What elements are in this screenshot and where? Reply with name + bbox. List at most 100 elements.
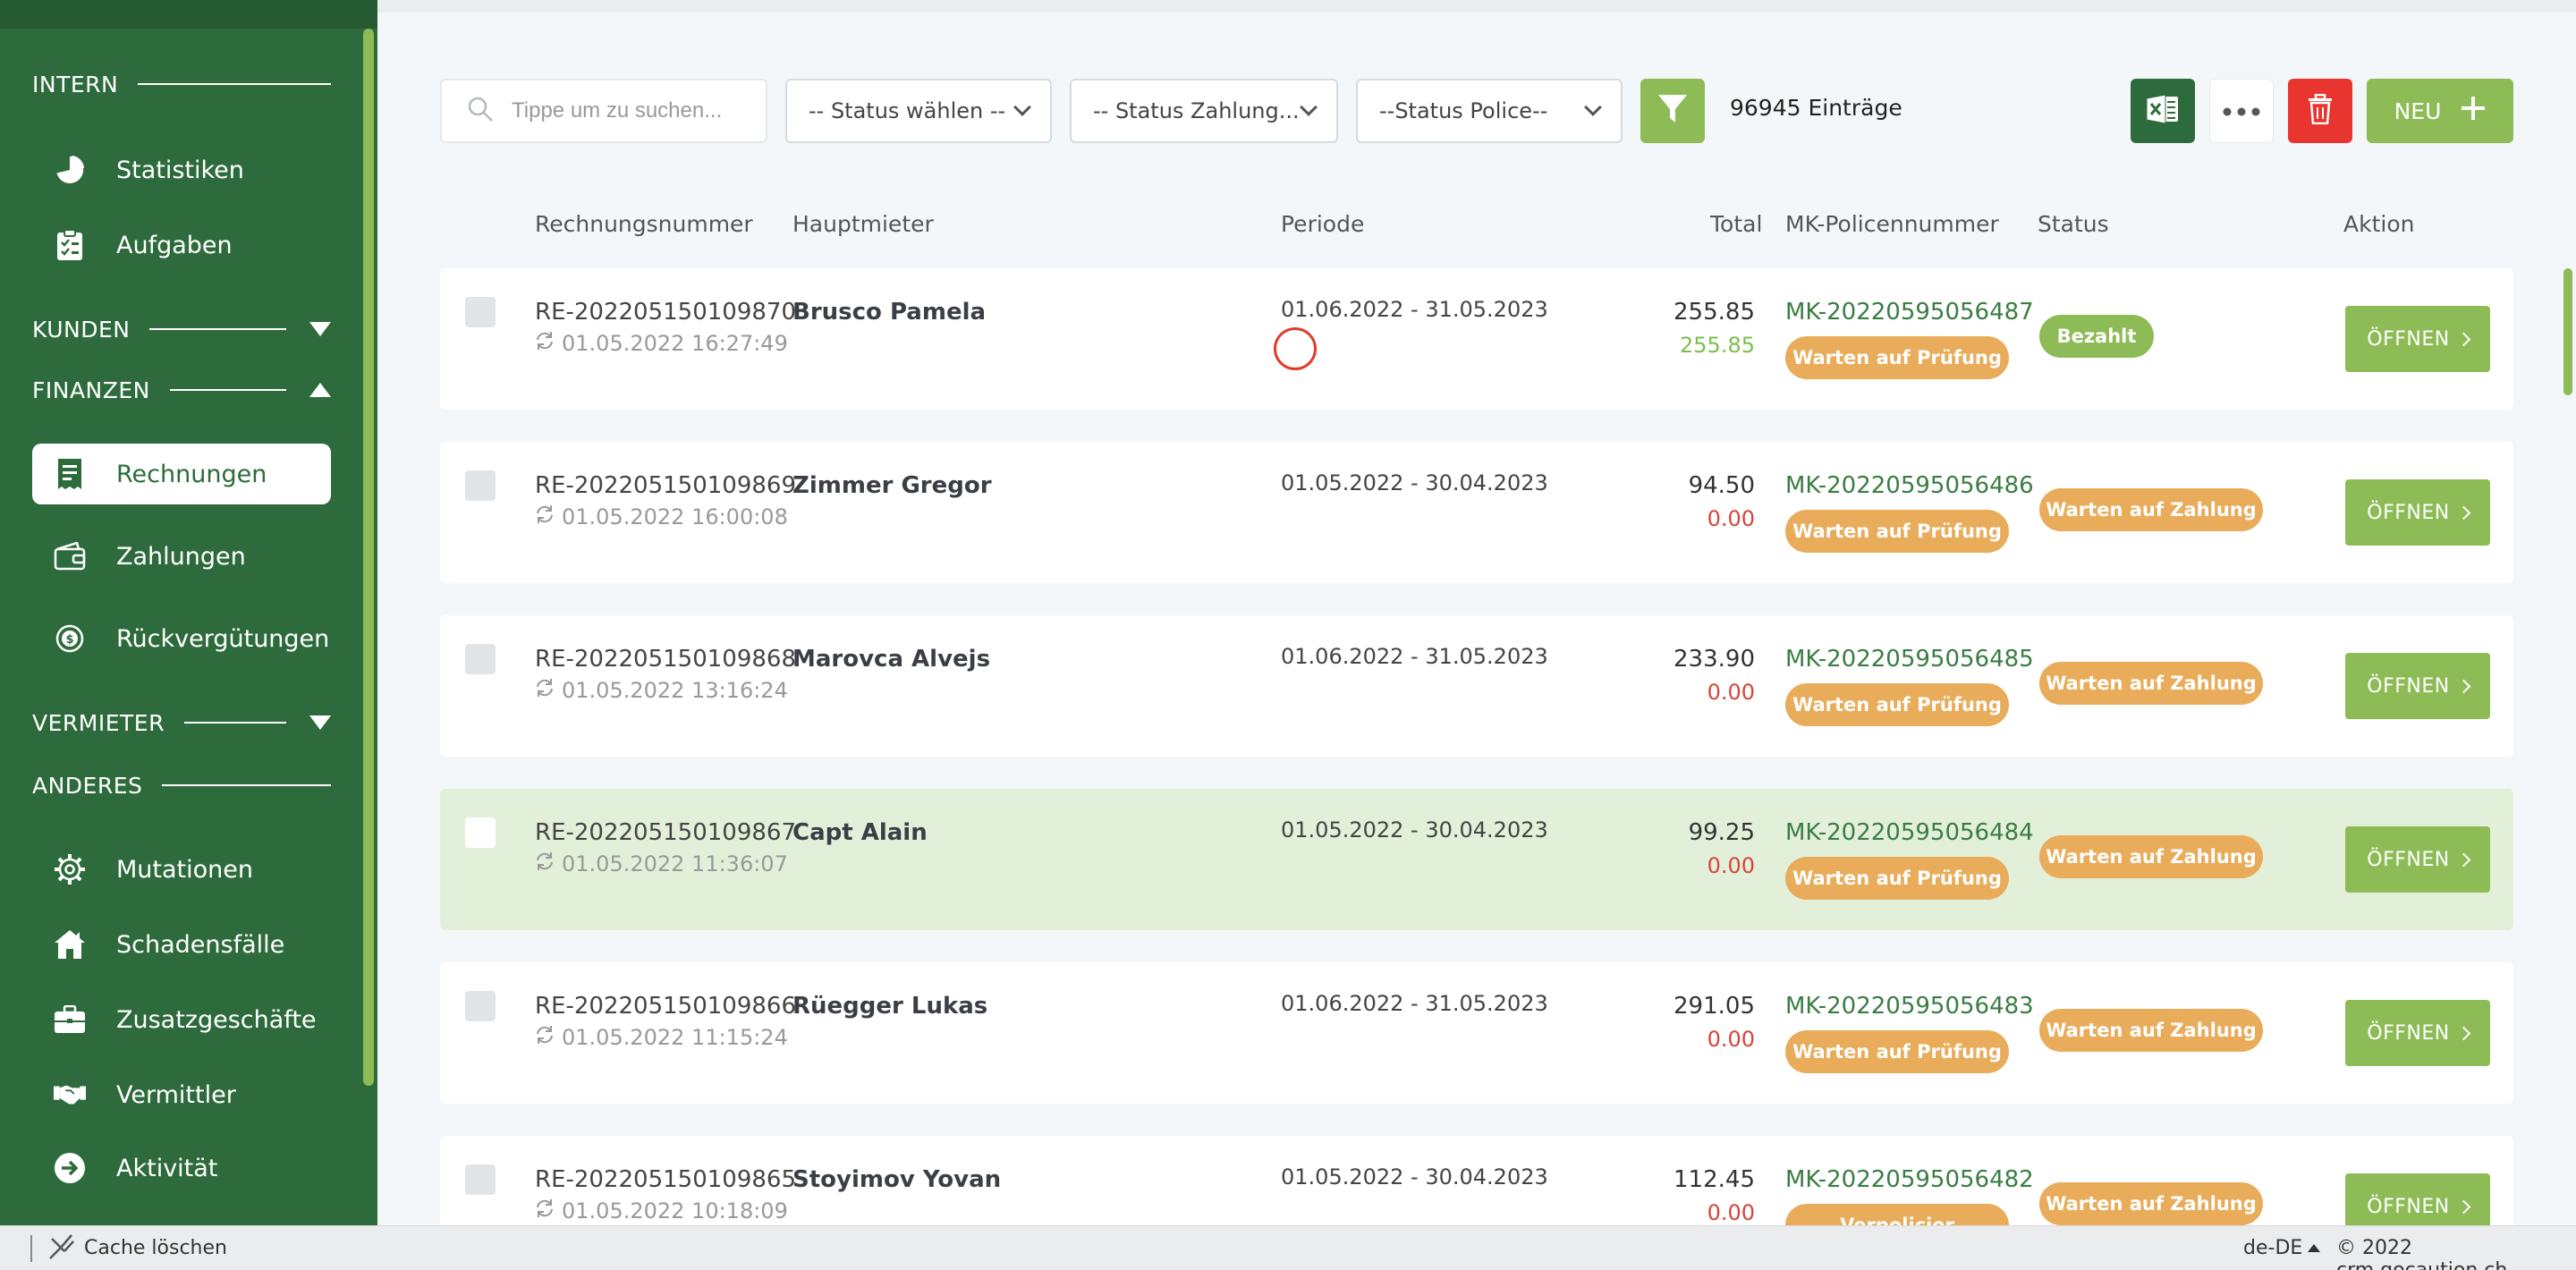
- search-box[interactable]: [440, 79, 767, 143]
- collapse-icon: [309, 383, 331, 397]
- policy-number[interactable]: MK-20220595056483: [1785, 993, 2034, 1020]
- paid-amount: 0.00: [1707, 506, 1755, 531]
- sidebar-item-zahlungen[interactable]: Zahlungen: [32, 526, 331, 587]
- sidebar-item-zusatzgeschaefte[interactable]: Zusatzgeschäfte: [32, 989, 331, 1050]
- sidebar-item-schadensfaelle[interactable]: Schadensfälle: [32, 914, 331, 975]
- row-checkbox[interactable]: [465, 1164, 496, 1195]
- search-input[interactable]: [512, 98, 753, 123]
- header-tenant[interactable]: Hauptmieter: [792, 211, 934, 237]
- wallet-icon: [54, 540, 86, 572]
- row-checkbox[interactable]: [465, 470, 496, 501]
- sidebar-item-rechnungen[interactable]: Rechnungen: [32, 444, 331, 504]
- sidebar-item-vermittler[interactable]: Vermittler: [32, 1064, 331, 1125]
- section-intern-label: INTERN: [32, 71, 119, 97]
- policy-status-select[interactable]: --Status Police--: [1356, 79, 1623, 143]
- policy-number[interactable]: MK-20220595056487: [1785, 299, 2034, 326]
- invoice-timestamp: 01.05.2022 11:36:07: [535, 851, 788, 876]
- policy-number[interactable]: MK-20220595056482: [1785, 1166, 2034, 1193]
- policy-check-badge: Warten auf Prüfung: [1785, 336, 2009, 379]
- sidebar-item-label: Statistiken: [116, 156, 244, 184]
- table-row[interactable]: RE-202205150109867 01.05.2022 11:36:07 C…: [440, 789, 2513, 930]
- tenant-name: Rüegger Lukas: [792, 993, 988, 1020]
- open-button-label: ÖFFNEN: [2367, 501, 2450, 524]
- more-icon: [2223, 103, 2260, 120]
- filter-button[interactable]: [1640, 79, 1705, 143]
- period: 01.06.2022 - 31.05.2023: [1281, 297, 1548, 322]
- new-button[interactable]: NEU: [2367, 79, 2513, 143]
- sidebar-item-statistiken[interactable]: Statistiken: [32, 140, 331, 200]
- total-amount: 112.45: [1674, 1166, 1755, 1193]
- section-vermieter-label: VERMIETER: [32, 709, 165, 736]
- open-button[interactable]: ÖFFNEN: [2345, 306, 2490, 372]
- row-checkbox[interactable]: [465, 297, 496, 327]
- expand-icon: [309, 322, 331, 336]
- chevron-right-icon: [2456, 505, 2470, 520]
- main-scrollbar[interactable]: [2563, 268, 2572, 395]
- table-row[interactable]: RE-202205150109866 01.05.2022 11:15:24 R…: [440, 962, 2513, 1104]
- invoice-timestamp: 01.05.2022 11:15:24: [535, 1025, 788, 1050]
- header-period[interactable]: Periode: [1281, 211, 1364, 237]
- tenant-name: Stoyimov Yovan: [792, 1166, 1002, 1193]
- caret-up-icon[interactable]: [2308, 1244, 2320, 1252]
- refresh-icon: [535, 1025, 555, 1050]
- money-refund-icon: $: [54, 622, 86, 655]
- timestamp-text: 01.05.2022 11:15:24: [562, 1025, 788, 1050]
- invoice-number: RE-202205150109866: [535, 993, 797, 1020]
- payment-status-select-value: -- Status Zahlung...: [1093, 98, 1300, 123]
- open-button[interactable]: ÖFFNEN: [2345, 826, 2490, 893]
- sidebar-item-rueckverguetungen[interactable]: $ Rückvergütungen: [32, 608, 331, 669]
- invoice-timestamp: 01.05.2022 13:16:24: [535, 678, 788, 703]
- clear-cache-link[interactable]: Cache löschen: [84, 1237, 227, 1259]
- main-top-strip: [377, 0, 2576, 13]
- header-policy[interactable]: MK-Policennummer: [1785, 211, 1999, 237]
- open-button-label: ÖFFNEN: [2367, 1021, 2450, 1045]
- divider: [183, 722, 286, 724]
- table-row[interactable]: RE-202205150109868 01.05.2022 13:16:24 M…: [440, 615, 2513, 757]
- period: 01.05.2022 - 30.04.2023: [1281, 1164, 1548, 1190]
- section-kunden[interactable]: KUNDEN: [32, 311, 331, 347]
- divider: [149, 328, 286, 330]
- payment-status-select[interactable]: -- Status Zahlung...: [1070, 79, 1338, 143]
- policy-number[interactable]: MK-20220595056484: [1785, 819, 2034, 846]
- row-checkbox[interactable]: [465, 644, 496, 674]
- invoice-timestamp: 01.05.2022 10:18:09: [535, 1198, 788, 1223]
- invoice-timestamp: 01.05.2022 16:27:49: [535, 331, 788, 356]
- locale-selector[interactable]: de-DE: [2243, 1237, 2302, 1259]
- status-badge: Warten auf Zahlung: [2039, 488, 2263, 531]
- section-finanzen[interactable]: FINANZEN: [32, 372, 331, 408]
- status-badge: Warten auf Zahlung: [2039, 662, 2263, 705]
- policy-number[interactable]: MK-20220595056485: [1785, 646, 2034, 673]
- tenant-name: Marovca Alvejs: [792, 646, 991, 673]
- timestamp-text: 01.05.2022 16:27:49: [562, 331, 788, 356]
- receipt-icon: [54, 458, 86, 490]
- open-button[interactable]: ÖFFNEN: [2345, 479, 2490, 546]
- section-vermieter[interactable]: VERMIETER: [32, 705, 331, 741]
- policy-number[interactable]: MK-20220595056486: [1785, 472, 2034, 499]
- header-status[interactable]: Status: [2038, 211, 2109, 237]
- delete-button[interactable]: [2288, 79, 2352, 143]
- status-select[interactable]: -- Status wählen --: [785, 79, 1052, 143]
- paid-amount: 255.85: [1680, 333, 1755, 358]
- section-anderes: ANDERES: [32, 767, 331, 803]
- chevron-down-icon: [1584, 98, 1602, 116]
- sidebar-item-mutationen[interactable]: Mutationen: [32, 839, 331, 900]
- more-options-button[interactable]: [2209, 79, 2274, 143]
- header-total[interactable]: Total: [1710, 211, 1762, 237]
- table-row[interactable]: RE-202205150109870 01.05.2022 16:27:49 B…: [440, 268, 2513, 410]
- invoice-number: RE-202205150109865: [535, 1166, 797, 1193]
- sidebar-item-aktivitaet[interactable]: Aktivität: [32, 1138, 331, 1198]
- table-row[interactable]: RE-202205150109869 01.05.2022 16:00:08 Z…: [440, 442, 2513, 583]
- open-button[interactable]: ÖFFNEN: [2345, 1000, 2490, 1066]
- open-button[interactable]: ÖFFNEN: [2345, 653, 2490, 719]
- row-checkbox[interactable]: [465, 991, 496, 1021]
- footer-bar: Cache löschen de-DE © 2022 crm.gocaution…: [0, 1225, 2576, 1270]
- open-button-label: ÖFFNEN: [2367, 848, 2450, 871]
- excel-export-button[interactable]: [2131, 79, 2195, 143]
- header-number[interactable]: Rechnungsnummer: [535, 211, 753, 237]
- sidebar-scrollbar[interactable]: [363, 29, 374, 1086]
- sidebar-item-aufgaben[interactable]: Aufgaben: [32, 215, 331, 275]
- sidebar-item-label: Zahlungen: [116, 542, 246, 571]
- clipboard-icon: [54, 229, 86, 261]
- svg-text:$: $: [65, 633, 73, 647]
- row-checkbox[interactable]: [465, 817, 496, 848]
